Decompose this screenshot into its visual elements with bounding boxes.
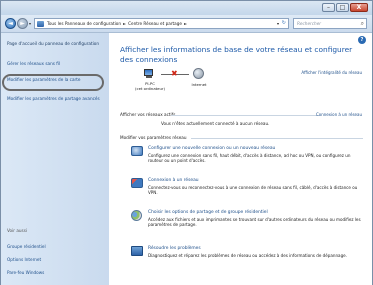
connect-to-network-link[interactable]: Connexion à un réseau — [316, 112, 362, 117]
modify-settings-heading: Modifier vos paramètres réseau — [120, 135, 187, 140]
refresh-icon[interactable]: ↻ — [282, 20, 286, 26]
main-content: ? Afficher les informations de base de v… — [109, 33, 372, 285]
maximize-button[interactable]: □ — [336, 3, 349, 12]
control-panel-icon — [37, 20, 44, 27]
address-toolbar: ◄ ► ▾ Tous les Panneaux de configuration… — [1, 15, 372, 33]
close-button[interactable]: X — [350, 3, 368, 12]
setup-connection-link[interactable]: Configurer une nouvelle connexion ou un … — [148, 146, 275, 151]
address-bar[interactable]: Tous les Panneaux de configuration ► Cen… — [34, 18, 289, 29]
breadcrumb-separator-icon[interactable]: ► — [123, 21, 126, 26]
back-button[interactable]: ◄ — [5, 18, 16, 29]
address-dropdown-icon[interactable]: ▾ — [277, 21, 279, 26]
active-networks-heading: Afficher vos réseaux actifs — [120, 112, 176, 117]
homegroup-icon — [131, 210, 142, 221]
highlight-ellipse — [2, 74, 104, 91]
connection-status-text: Vous n'êtes actuellement connecté à aucu… — [161, 121, 270, 126]
advanced-sharing-link[interactable]: Modifier les paramètres de partage avanc… — [7, 96, 105, 101]
troubleshoot-link[interactable]: Résoudre les problèmes — [148, 246, 201, 251]
search-box[interactable]: Rechercher ⌕ — [293, 18, 367, 29]
help-icon[interactable]: ? — [358, 36, 366, 44]
internet-label: Internet — [191, 82, 207, 87]
control-panel-home-link[interactable]: Page d'accueil du panneau de configurati… — [7, 41, 105, 46]
window-controls: – □ X — [322, 3, 368, 12]
search-icon[interactable]: ⌕ — [361, 20, 364, 28]
windows-firewall-link[interactable]: Pare-feu Windows — [7, 270, 105, 275]
see-also-heading: Voir aussi — [7, 228, 28, 233]
network-map: ✖ PI-PC (cet ordinateur) Internet — [131, 68, 281, 105]
network-setup-icon — [131, 146, 143, 156]
task-description: Accédez aux fichiers et aux imprimantes … — [148, 217, 361, 228]
task-description: Diagnostiquez et réparez les problèmes d… — [148, 253, 347, 258]
task-description: Configurez une connexion sans fil, haut … — [148, 153, 351, 164]
connect-network-icon — [131, 178, 143, 188]
title-bar: – □ X — [1, 1, 372, 15]
minimize-button[interactable]: – — [322, 3, 335, 12]
breadcrumb-network-center[interactable]: Centre Réseau et partage — [128, 21, 182, 26]
breadcrumb-separator-icon[interactable]: ► — [184, 21, 187, 26]
full-map-link[interactable]: Afficher l'intégralité du réseau — [301, 70, 362, 75]
task-description: Connectez-vous ou reconnectez-vous à une… — [148, 185, 358, 196]
troubleshoot-icon — [131, 246, 143, 256]
search-input[interactable]: Rechercher — [297, 21, 321, 26]
control-panel-window: – □ X ◄ ► ▾ Tous les Panneaux de configu… — [0, 0, 373, 285]
page-title: Afficher les informations de base de vot… — [120, 45, 353, 64]
divider — [171, 115, 319, 116]
manage-wireless-link[interactable]: Gérer les réseaux sans fil — [7, 61, 105, 66]
internet-globe-icon — [193, 68, 204, 79]
breadcrumb-all-control-panels[interactable]: Tous les Panneaux de configuration — [47, 21, 121, 26]
internet-options-link[interactable]: Options Internet — [7, 257, 105, 262]
recent-pages-chevron-icon[interactable]: ▾ — [29, 21, 31, 26]
disconnected-x-icon[interactable]: ✖ — [171, 69, 178, 78]
connect-network-link[interactable]: Connexion à un réseau — [148, 178, 199, 183]
computer-label: PI-PC (cet ordinateur) — [135, 81, 165, 91]
homegroup-link[interactable]: Groupe résidentiel — [7, 244, 105, 249]
sharing-options-link[interactable]: Choisir les options de partage et de gro… — [148, 210, 268, 215]
forward-button[interactable]: ► — [17, 18, 28, 29]
left-navigation-pane: Page d'accueil du panneau de configurati… — [1, 33, 109, 285]
computer-icon — [143, 69, 155, 79]
divider — [191, 138, 363, 139]
